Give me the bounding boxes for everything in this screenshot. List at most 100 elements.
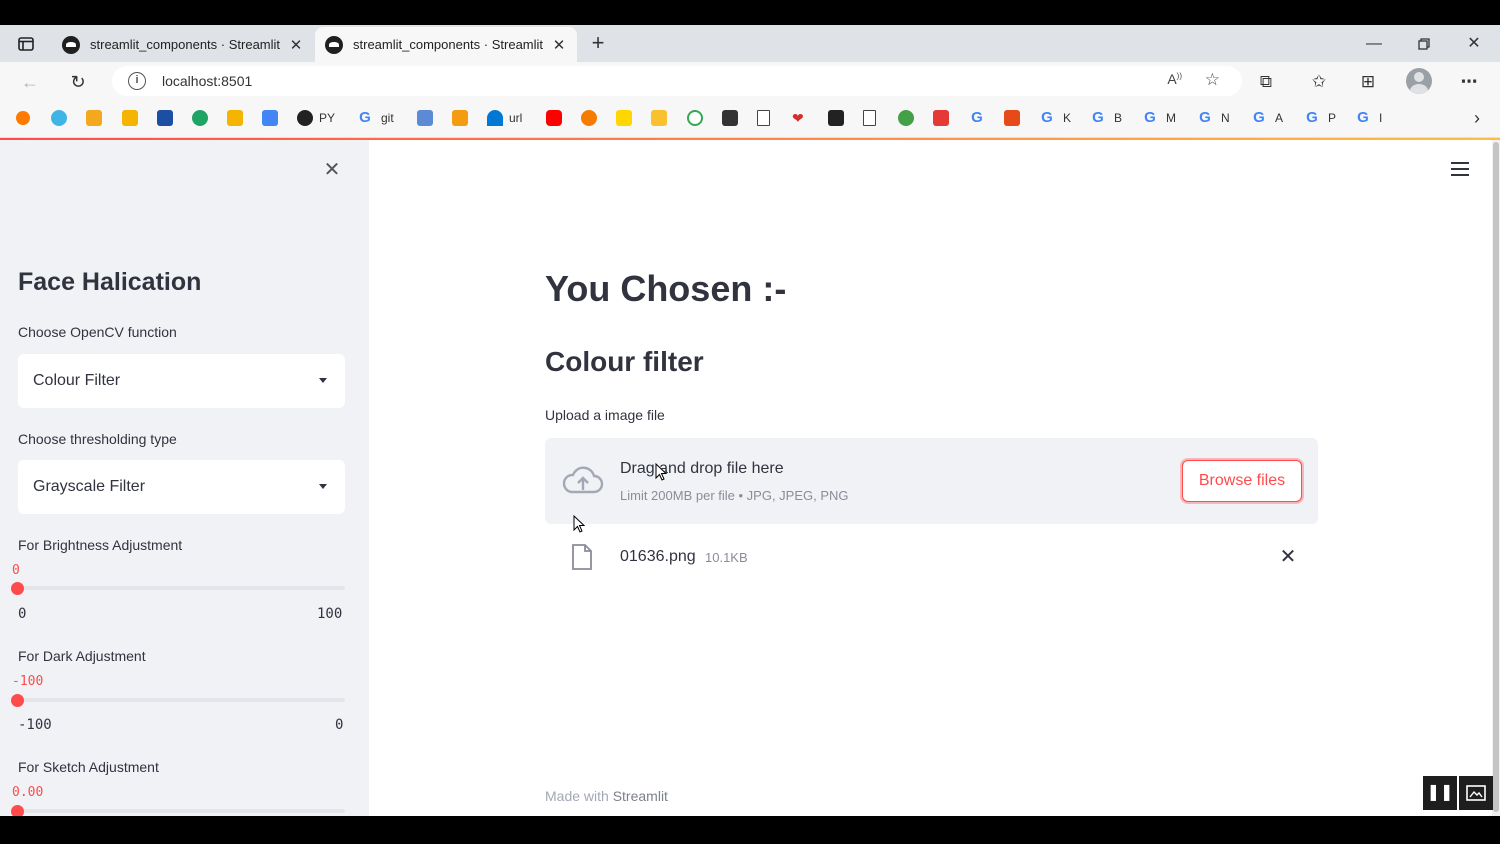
restore-icon[interactable] [1404, 31, 1444, 57]
bookmark-icon[interactable] [898, 109, 920, 127]
address-bar[interactable]: i localhost:8501 A)) ☆ [112, 66, 1242, 96]
tab-title: streamlit_components · Streamlit [353, 37, 544, 52]
dark-slider-label: For Dark Adjustment [18, 648, 146, 664]
bookmark-icon[interactable] [157, 109, 179, 127]
streamlit-favicon-icon [325, 35, 343, 54]
sidebar-close-icon[interactable]: ✕ [321, 157, 343, 182]
brightness-slider-thumb[interactable] [11, 582, 24, 595]
bookmark-icon[interactable] [227, 109, 249, 127]
bookmark-label: I [1379, 111, 1383, 125]
bookmark-google-m[interactable]: GM [1142, 109, 1176, 127]
screen: streamlit_components · Streamlit ✕ strea… [0, 0, 1500, 844]
site-info-icon[interactable]: i [128, 72, 146, 90]
bookmark-google-a[interactable]: GA [1251, 109, 1283, 127]
bookmark-icon[interactable] [546, 109, 568, 127]
edge-icon [487, 110, 503, 126]
read-aloud-icon[interactable]: A)) [1167, 71, 1182, 87]
more-menu-icon[interactable]: ⋯ [1455, 68, 1483, 96]
collections-icon[interactable]: ⊞ [1354, 68, 1382, 96]
bookmark-google-n[interactable]: GN [1197, 109, 1230, 127]
uploaded-file-row: 01636.png 10.1KB ✕ [545, 538, 1318, 578]
bookmark-page-icon[interactable] [757, 109, 776, 127]
main-menu-icon[interactable] [1451, 162, 1469, 176]
google-icon: G [1357, 109, 1369, 126]
bookmark-google-b[interactable]: GB [1090, 109, 1122, 127]
bookmark-icon[interactable] [452, 109, 474, 127]
bookmark-icon[interactable] [16, 109, 36, 127]
bookmark-icon[interactable] [86, 109, 108, 127]
favorites-icon[interactable]: ✩ [1305, 68, 1333, 96]
bookmark-label: P [1328, 111, 1337, 125]
browse-files-button[interactable]: Browse files [1182, 460, 1302, 502]
bookmark-heart-icon[interactable]: ❤ [792, 109, 804, 127]
bookmark-page-icon[interactable] [863, 109, 882, 127]
remove-file-icon[interactable]: ✕ [1277, 544, 1299, 569]
tab-close-icon[interactable]: ✕ [551, 36, 567, 54]
new-tab-plus-icon[interactable]: + [585, 30, 611, 56]
bookmark-google-k[interactable]: GK [1039, 109, 1071, 127]
extensions-icon[interactable]: ⧉ [1252, 68, 1280, 96]
function-select-value: Colour Filter [33, 372, 121, 389]
sidebar: ✕ Face Halication Choose OpenCV function… [0, 140, 369, 816]
dark-slider-track[interactable] [18, 698, 345, 702]
sketch-slider-thumb[interactable] [11, 805, 24, 816]
file-dropzone[interactable]: Drag and drop file here Limit 200MB per … [545, 438, 1318, 524]
reload-icon[interactable]: ↻ [64, 68, 92, 96]
google-icon: G [1144, 109, 1156, 126]
bookmark-google-p[interactable]: GP [1304, 109, 1336, 127]
bookmark-icon[interactable] [687, 109, 709, 127]
bookmark-label: A [1275, 111, 1284, 125]
bookmark-icon[interactable] [651, 109, 673, 127]
google-icon: G [1092, 109, 1104, 126]
picture-in-picture-icon[interactable] [1459, 776, 1493, 810]
function-select[interactable]: Colour Filter [18, 354, 345, 408]
bookmark-url[interactable]: url [487, 109, 522, 127]
google-icon: G [1253, 109, 1265, 126]
page-scrollbar[interactable] [1492, 140, 1500, 816]
sketch-slider-track[interactable] [18, 809, 345, 813]
bookmark-icon[interactable] [722, 109, 744, 127]
tab-close-icon[interactable]: ✕ [288, 36, 304, 54]
streamlit-app: ✕ Face Halication Choose OpenCV function… [0, 140, 1492, 816]
bookmark-icon[interactable] [51, 109, 73, 127]
dark-slider-max: 0 [335, 717, 344, 733]
browser-tab-strip: streamlit_components · Streamlit ✕ strea… [0, 25, 1500, 62]
browser-tab-active[interactable]: streamlit_components · Streamlit ✕ [315, 27, 577, 62]
bookmark-icon[interactable] [828, 109, 850, 127]
tab-actions-icon[interactable] [10, 31, 42, 57]
bookmark-icon[interactable] [933, 109, 955, 127]
footer-streamlit-link[interactable]: Streamlit [613, 788, 668, 804]
pause-icon[interactable]: ❚❚ [1423, 776, 1457, 810]
bookmark-github[interactable]: PY [297, 109, 335, 127]
bookmarks-overflow-chevron-icon[interactable]: › [1474, 108, 1480, 129]
bookmark-google[interactable]: G [969, 109, 993, 127]
bookmark-icon[interactable] [262, 109, 284, 127]
minimize-icon[interactable]: — [1354, 31, 1394, 57]
url-text[interactable]: localhost:8501 [162, 73, 252, 89]
browser-tab[interactable]: streamlit_components · Streamlit ✕ [52, 27, 314, 62]
bookmark-git[interactable]: G git [357, 109, 394, 127]
bookmarks-bar: PY G git url ❤ G GK GB GM GN GA GP GI › [0, 100, 1500, 138]
bookmark-icon[interactable] [192, 109, 214, 127]
caret-down-icon [319, 484, 327, 489]
bookmark-icon[interactable] [417, 109, 439, 127]
bookmark-google-i[interactable]: GI [1355, 109, 1382, 127]
window-close-icon[interactable]: ✕ [1454, 31, 1494, 57]
bookmark-icon[interactable] [616, 109, 638, 127]
profile-avatar-icon[interactable] [1406, 68, 1432, 94]
bookmark-icon[interactable] [581, 109, 603, 127]
dark-slider-value: -100 [12, 674, 44, 689]
dark-slider-thumb[interactable] [11, 694, 24, 707]
bookmark-label: M [1166, 111, 1176, 125]
brightness-slider-track[interactable] [18, 586, 345, 590]
bookmark-icon[interactable] [1004, 109, 1026, 127]
scrollbar-thumb[interactable] [1493, 142, 1499, 812]
threshold-select[interactable]: Grayscale Filter [18, 460, 345, 514]
page-heading: You Chosen :- [545, 268, 787, 309]
back-arrow-icon[interactable]: ← [16, 68, 44, 96]
bookmark-label: url [509, 111, 523, 125]
bookmark-label: git [381, 111, 394, 125]
add-favorite-icon[interactable]: ☆ [1205, 70, 1220, 90]
bookmark-label: PY [319, 111, 336, 125]
bookmark-icon[interactable] [122, 109, 144, 127]
